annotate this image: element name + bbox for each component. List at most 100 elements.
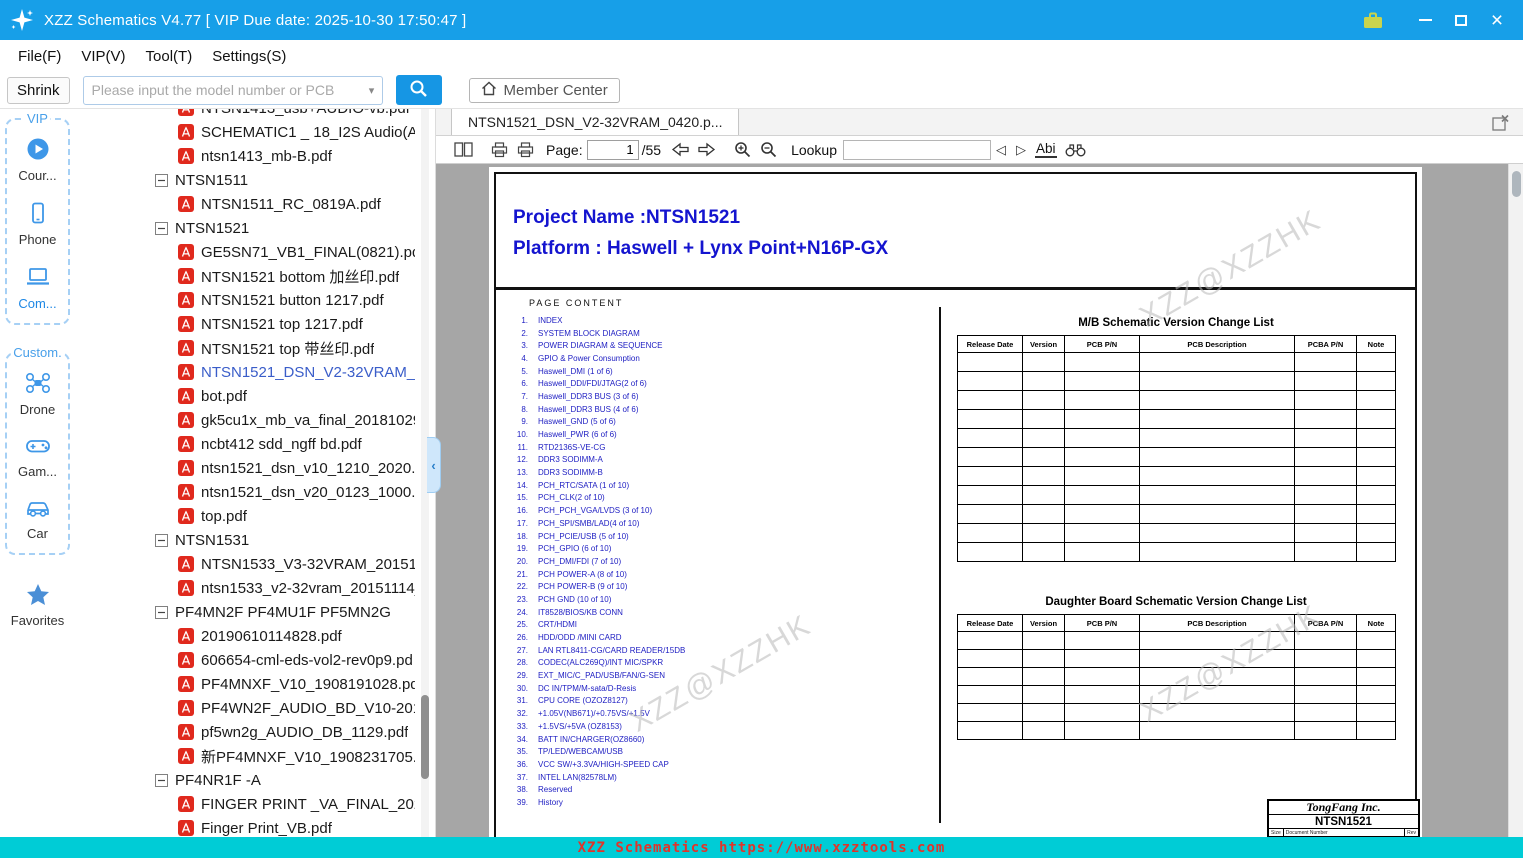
page-number-input[interactable] xyxy=(587,140,639,160)
tree-file-row[interactable]: NTSN1511_RC_0819A.pdf xyxy=(75,192,435,216)
tree-file-row[interactable]: NTSN1521 top 带丝印.pdf xyxy=(75,336,435,360)
toc-row: 19.PCH_GPIO (6 of 10) xyxy=(511,542,685,555)
close-button[interactable]: × xyxy=(1479,5,1515,35)
toc-number: 7. xyxy=(511,392,528,401)
tree-folder-row[interactable]: NTSN1511 xyxy=(75,168,435,192)
text-select-tool[interactable]: Abi xyxy=(1035,141,1057,158)
tree-file-row[interactable]: NTSN1533_V3-32VRAM_201512 xyxy=(75,552,435,576)
pdf-file-icon xyxy=(178,109,194,116)
search-button[interactable] xyxy=(396,75,442,105)
tree-file-row[interactable]: top.pdf xyxy=(75,504,435,528)
tree-file-row[interactable]: pf5wn2g_AUDIO_DB_1129.pdf xyxy=(75,720,435,744)
tree-file-row[interactable]: FINGER PRINT _VA_FINAL_2020C xyxy=(75,792,435,816)
find-next-icon[interactable]: ▷ xyxy=(1011,142,1031,158)
sidebar-item-phone[interactable]: Phone xyxy=(7,200,68,247)
next-page-icon[interactable] xyxy=(693,138,719,162)
sidebar-item-label: Favorites xyxy=(11,613,64,628)
version-change-table: Release DateVersionPCB P/NPCB Descriptio… xyxy=(957,614,1396,740)
lookup-input[interactable] xyxy=(843,140,991,160)
tree-item-label: NTSN1511_RC_0819A.pdf xyxy=(201,196,381,213)
menu-item[interactable]: Tool(T) xyxy=(136,44,203,69)
tree-file-row[interactable]: 20190610114828.pdf xyxy=(75,624,435,648)
zoom-out-icon[interactable] xyxy=(755,138,781,162)
document-tab[interactable]: NTSN1521_DSN_V2-32VRAM_0420.p... xyxy=(451,108,739,135)
menu-item[interactable]: VIP(V) xyxy=(71,44,135,69)
tree-file-row[interactable]: bot.pdf xyxy=(75,384,435,408)
sidebar-item-course[interactable]: Cour... xyxy=(7,136,68,183)
tree-file-row[interactable]: 606654-cml-eds-vol2-rev0p9.pd xyxy=(75,648,435,672)
print-page-icon[interactable] xyxy=(512,138,538,162)
tree-file-row[interactable]: ntsn1521_dsn_v10_1210_2020.p xyxy=(75,456,435,480)
pdf-file-icon xyxy=(178,460,194,476)
tree-file-row[interactable]: gk5cu1x_mb_va_final_20181029 xyxy=(75,408,435,432)
zoom-in-icon[interactable] xyxy=(729,138,755,162)
car-icon xyxy=(24,496,52,525)
collapse-minus-icon[interactable] xyxy=(155,774,168,787)
sidebar-item-drone[interactable]: Drone xyxy=(7,370,68,417)
tree-file-row[interactable]: ncbt412 sdd_ngff bd.pdf xyxy=(75,432,435,456)
pdf-canvas[interactable]: Project Name :NTSN1521 Platform : Haswel… xyxy=(436,164,1523,837)
model-search-input[interactable] xyxy=(84,82,362,98)
tree-item-label: top.pdf xyxy=(201,508,247,525)
toc-number: 10. xyxy=(511,430,528,439)
tree-file-row[interactable]: NTSN1413_usb+AUDIO-vb.pdf xyxy=(75,109,435,120)
tree-file-row[interactable]: SCHEMATIC1 _ 18_I2S Audio(AL xyxy=(75,120,435,144)
tree-file-row[interactable]: ntsn1533_v2-32vram_20151114_ xyxy=(75,576,435,600)
pdf-file-icon xyxy=(178,316,194,332)
search-icon xyxy=(409,79,428,101)
tree-file-row[interactable]: GE5SN71_VB1_FINAL(0821).pdf xyxy=(75,240,435,264)
file-tree-list: NTSN1413_usb+AUDIO-vb.pdf SCHEMATIC1 _ 18… xyxy=(75,109,435,837)
collapse-minus-icon[interactable] xyxy=(155,222,168,235)
toc-row: 31.CPU CORE (OZOZ8127) xyxy=(511,695,685,708)
menu-item[interactable]: Settings(S) xyxy=(202,44,296,69)
smartphone-icon xyxy=(25,200,51,231)
tree-file-row[interactable]: 新PF4MNXF_V10_1908231705.p xyxy=(75,744,435,768)
tree-file-row[interactable]: NTSN1521 top 1217.pdf xyxy=(75,312,435,336)
tree-folder-row[interactable]: PF4NR1F -A xyxy=(75,768,435,792)
tree-file-row[interactable]: Finger Print_VB.pdf xyxy=(75,816,435,837)
tree-file-row[interactable]: PF4MNXF_V10_1908191028.pdf xyxy=(75,672,435,696)
tree-file-row[interactable]: PF4WN2F_AUDIO_BD_V10-2019 xyxy=(75,696,435,720)
toc-row: 18.PCH_PCIE/USB (5 of 10) xyxy=(511,530,685,543)
collapse-minus-icon[interactable] xyxy=(155,174,168,187)
gamepad-icon xyxy=(24,434,52,463)
sidebar-item-game[interactable]: Gam... xyxy=(7,434,68,479)
sidebar-item-favorites[interactable]: Favorites xyxy=(0,582,75,628)
close-document-icon[interactable] xyxy=(1492,114,1510,136)
tree-folder-row[interactable]: NTSN1531 xyxy=(75,528,435,552)
toc-number: 15. xyxy=(511,493,528,502)
tree-item-label: ntsn1533_v2-32vram_20151114_ xyxy=(201,580,415,597)
tree-file-row[interactable]: NTSN1521 bottom 加丝印.pdf xyxy=(75,264,435,288)
collapse-minus-icon[interactable] xyxy=(155,534,168,547)
tree-item-label: SCHEMATIC1 _ 18_I2S Audio(AL xyxy=(201,124,415,141)
sidebar-item-car[interactable]: Car xyxy=(7,496,68,541)
tree-folder-row[interactable]: NTSN1521 xyxy=(75,216,435,240)
tree-scrollbar-thumb[interactable] xyxy=(421,695,429,779)
print-icon[interactable] xyxy=(486,138,512,162)
collapse-minus-icon[interactable] xyxy=(155,606,168,619)
maximize-button[interactable] xyxy=(1443,5,1479,35)
pdf-file-icon xyxy=(178,292,194,308)
prev-page-icon[interactable] xyxy=(667,138,693,162)
chevron-down-icon[interactable]: ▾ xyxy=(362,84,382,97)
tree-file-row[interactable]: ntsn1413_mb-B.pdf xyxy=(75,144,435,168)
pdf-file-icon xyxy=(178,556,194,572)
viewer-scrollbar-thumb[interactable] xyxy=(1512,171,1521,197)
tree-file-row[interactable]: NTSN1521_DSN_V2-32VRAM_04 xyxy=(75,360,435,384)
briefcase-icon[interactable] xyxy=(1355,5,1391,35)
tree-folder-row[interactable]: PF4MN2F PF4MU1F PF5MN2G xyxy=(75,600,435,624)
sidebar-item-label: Com... xyxy=(18,296,56,311)
find-previous-icon[interactable]: ◁ xyxy=(991,142,1011,158)
tree-file-row[interactable]: ntsn1521_dsn_v20_0123_1000.p xyxy=(75,480,435,504)
member-center-button[interactable]: Member Center xyxy=(469,78,620,103)
sidebar-item-computer[interactable]: Com... xyxy=(7,264,68,311)
tree-file-row[interactable]: NTSN1521 button 1217.pdf xyxy=(75,288,435,312)
panel-collapse-handle[interactable]: ‹ xyxy=(427,437,441,493)
shrink-button[interactable]: Shrink xyxy=(7,77,70,104)
binoculars-search-icon[interactable] xyxy=(1063,138,1089,162)
viewer-scrollbar-track[interactable] xyxy=(1508,164,1523,837)
minimize-button[interactable] xyxy=(1407,5,1443,35)
two-page-view-icon[interactable] xyxy=(450,138,476,162)
menu-item[interactable]: File(F) xyxy=(8,44,71,69)
custom-group-label: Custom. xyxy=(10,345,64,360)
